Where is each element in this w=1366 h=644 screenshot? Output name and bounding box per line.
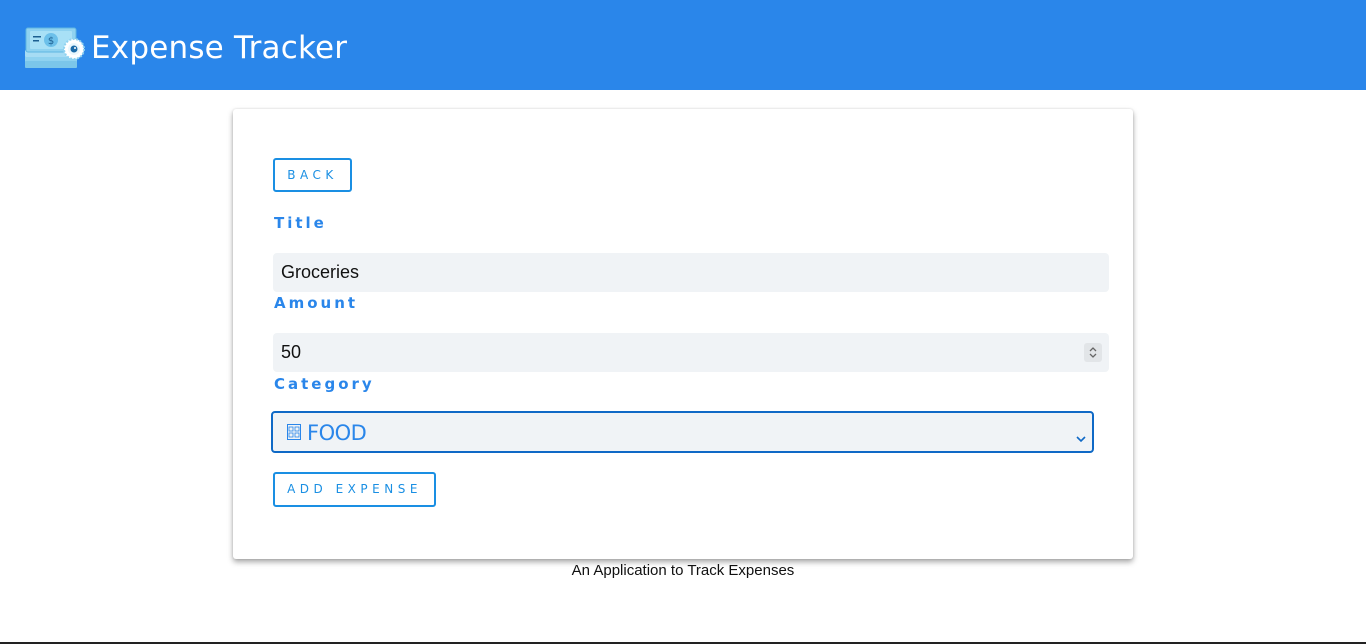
amount-input[interactable]: 50 [273, 333, 1109, 372]
title-input[interactable]: Groceries [273, 253, 1109, 292]
money-stack-icon: $ [25, 26, 87, 72]
back-button[interactable]: BACK [273, 158, 352, 192]
category-select-value: FOOD [307, 421, 367, 445]
add-expense-button[interactable]: ADD EXPENSE [273, 472, 436, 507]
chevron-down-icon [1076, 428, 1086, 443]
amount-spinner[interactable] [1084, 343, 1102, 362]
app-header: $ Expense Tracker [0, 0, 1366, 90]
svg-text:$: $ [48, 36, 54, 47]
app-title: Expense Tracker [91, 30, 348, 66]
amount-label: Amount [274, 294, 359, 312]
title-input-value: Groceries [281, 262, 360, 282]
food-icon [287, 424, 301, 440]
app-tagline: An Application to Track Expenses [571, 562, 795, 579]
category-select[interactable]: FOOD [271, 411, 1094, 453]
amount-input-value: 50 [281, 342, 302, 362]
expense-form-card: BACK Title Groceries Amount 50 Category … [233, 109, 1133, 559]
title-label: Title [274, 214, 327, 232]
category-label: Category [274, 375, 375, 393]
